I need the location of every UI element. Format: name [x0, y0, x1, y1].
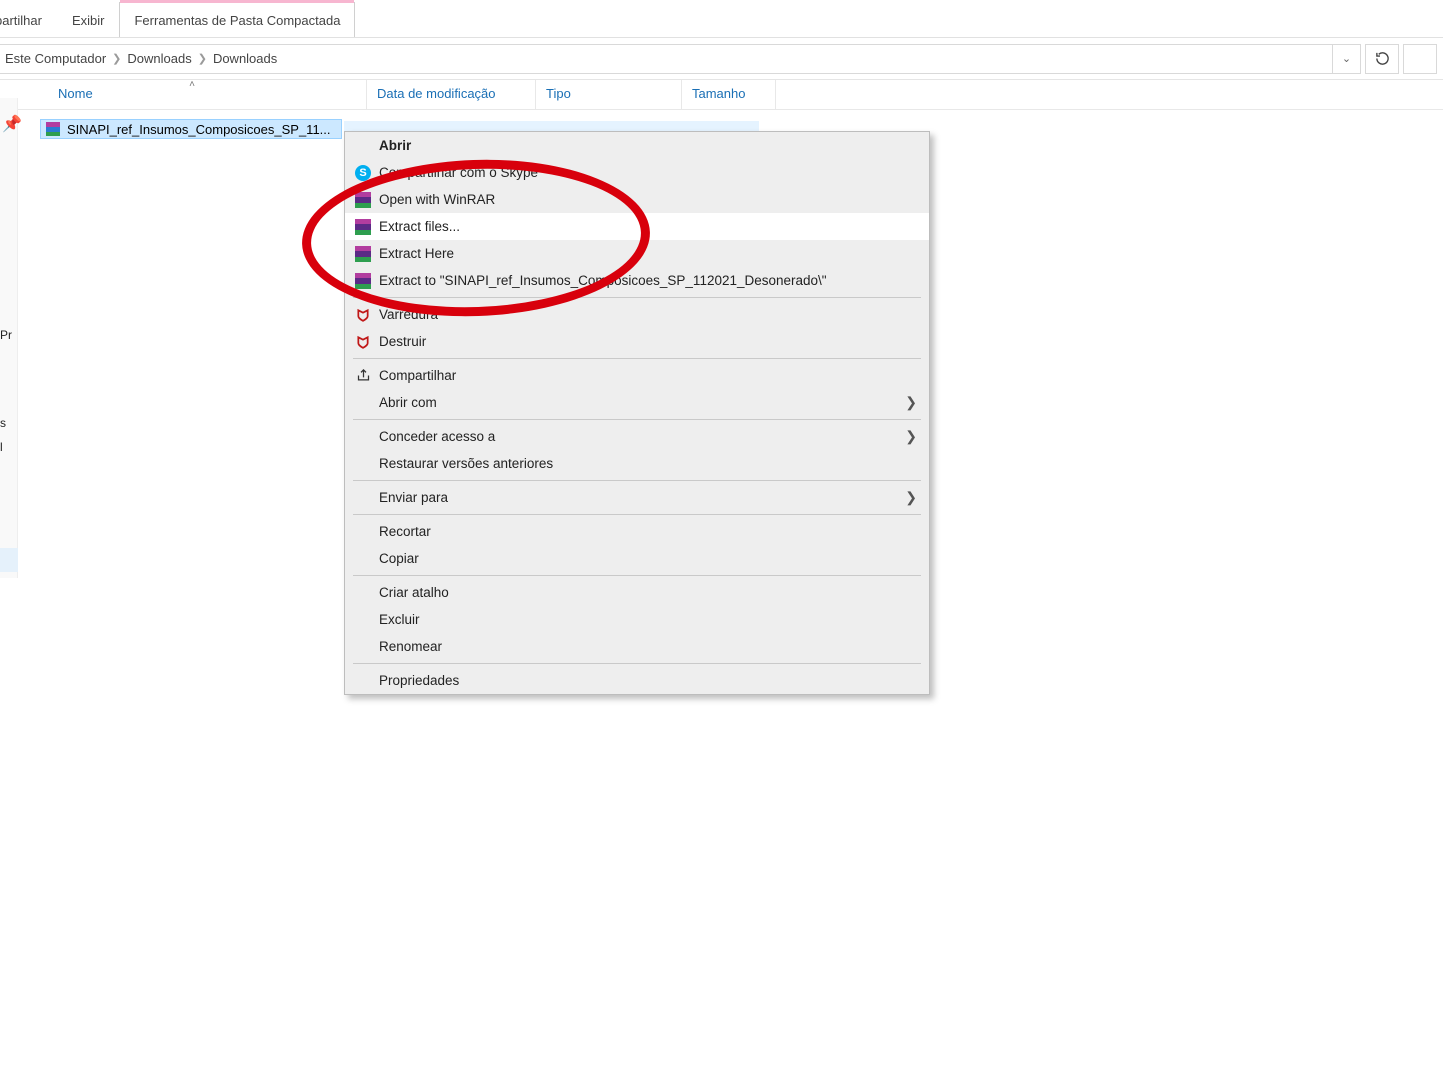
- ctx-label: Extract Here: [379, 246, 454, 261]
- ctx-separator: [353, 358, 921, 359]
- nav-selected-indicator: [0, 548, 18, 572]
- ctx-label: Abrir: [379, 138, 411, 153]
- ctx-conceder[interactable]: Conceder acesso a ❯: [345, 423, 929, 450]
- ctx-label: Abrir com: [379, 395, 437, 410]
- nav-label: l: [0, 440, 3, 454]
- pin-icon: 📌: [2, 114, 12, 124]
- ctx-extract-to[interactable]: Extract to "SINAPI_ref_Insumos_Composico…: [345, 267, 929, 294]
- winrar-icon: [355, 219, 371, 235]
- ctx-enviar[interactable]: Enviar para ❯: [345, 484, 929, 511]
- breadcrumb[interactable]: Este Computador ❯ Downloads ❯ Downloads: [0, 44, 1333, 74]
- context-menu: Abrir S Compartilhar com o Skype Open wi…: [344, 131, 930, 695]
- sort-indicator-icon: ˄: [189, 79, 195, 90]
- breadcrumb-dropdown[interactable]: ⌄: [1333, 44, 1361, 74]
- column-header-nome[interactable]: ˄ Nome: [18, 80, 367, 109]
- column-header-label: Nome: [58, 86, 93, 101]
- mcafee-icon: [355, 307, 371, 323]
- ctx-restaurar[interactable]: Restaurar versões anteriores: [345, 450, 929, 477]
- chevron-right-icon: ❯: [198, 52, 207, 65]
- ctx-abrir[interactable]: Abrir: [345, 132, 929, 159]
- ctx-excluir[interactable]: Excluir: [345, 606, 929, 633]
- rar-icon: [45, 121, 61, 137]
- chevron-down-icon: ⌄: [1342, 52, 1351, 65]
- chevron-right-icon: ❯: [112, 52, 121, 65]
- ribbon-tabs: partilhar Exibir Ferramentas de Pasta Co…: [0, 0, 1443, 38]
- search-box[interactable]: [1403, 44, 1437, 74]
- crumb-downloads2[interactable]: Downloads: [213, 51, 277, 66]
- ctx-recortar[interactable]: Recortar: [345, 518, 929, 545]
- nav-label: Pr: [0, 328, 12, 342]
- ctx-label: Recortar: [379, 524, 431, 539]
- ctx-abrir-com[interactable]: Abrir com ❯: [345, 389, 929, 416]
- address-row: Este Computador ❯ Downloads ❯ Downloads …: [0, 38, 1443, 80]
- crumb-downloads1[interactable]: Downloads: [127, 51, 191, 66]
- winrar-icon: [355, 273, 371, 289]
- ctx-separator: [353, 663, 921, 664]
- ctx-destruir[interactable]: Destruir: [345, 328, 929, 355]
- ctx-separator: [353, 480, 921, 481]
- column-headers: ˄ Nome Data de modificação Tipo Tamanho: [18, 80, 1443, 110]
- ctx-label: Restaurar versões anteriores: [379, 456, 553, 471]
- ribbon-tab-exibir[interactable]: Exibir: [57, 2, 120, 37]
- column-header-label: Data de modificação: [377, 86, 496, 101]
- ctx-atalho[interactable]: Criar atalho: [345, 579, 929, 606]
- column-header-tamanho[interactable]: Tamanho: [682, 80, 776, 109]
- ctx-renomear[interactable]: Renomear: [345, 633, 929, 660]
- ctx-separator: [353, 297, 921, 298]
- ctx-label: Propriedades: [379, 673, 459, 688]
- ctx-compartilhar[interactable]: Compartilhar: [345, 362, 929, 389]
- mcafee-icon: [355, 334, 371, 350]
- skype-icon: S: [355, 165, 371, 181]
- ctx-label: Compartilhar: [379, 368, 456, 383]
- nav-label: s: [0, 416, 6, 430]
- ctx-varredura[interactable]: Varredura: [345, 301, 929, 328]
- refresh-icon: [1375, 51, 1390, 66]
- ctx-label: Open with WinRAR: [379, 192, 495, 207]
- ctx-label: Compartilhar com o Skype: [379, 165, 538, 180]
- ctx-label: Renomear: [379, 639, 442, 654]
- ctx-separator: [353, 419, 921, 420]
- ctx-label: Extract to "SINAPI_ref_Insumos_Composico…: [379, 273, 827, 288]
- chevron-right-icon: ❯: [905, 489, 917, 506]
- ctx-skype[interactable]: S Compartilhar com o Skype: [345, 159, 929, 186]
- file-name: SINAPI_ref_Insumos_Composicoes_SP_11...: [67, 122, 331, 137]
- ctx-copiar[interactable]: Copiar: [345, 545, 929, 572]
- nav-pane[interactable]: 📌 Pr s l: [0, 98, 18, 578]
- ribbon-tab-compactada[interactable]: Ferramentas de Pasta Compactada: [119, 2, 355, 37]
- ctx-open-winrar[interactable]: Open with WinRAR: [345, 186, 929, 213]
- ctx-propriedades[interactable]: Propriedades: [345, 667, 929, 694]
- ctx-label: Extract files...: [379, 219, 460, 234]
- ctx-label: Varredura: [379, 307, 438, 322]
- column-header-label: Tipo: [546, 86, 571, 101]
- ctx-label: Enviar para: [379, 490, 448, 505]
- chevron-right-icon: ❯: [905, 428, 917, 445]
- ctx-label: Criar atalho: [379, 585, 449, 600]
- ctx-separator: [353, 575, 921, 576]
- ctx-extract-here[interactable]: Extract Here: [345, 240, 929, 267]
- ctx-extract-files[interactable]: Extract files...: [345, 213, 929, 240]
- ctx-label: Copiar: [379, 551, 419, 566]
- crumb-root[interactable]: Este Computador: [5, 51, 106, 66]
- refresh-button[interactable]: [1365, 44, 1399, 74]
- ctx-separator: [353, 514, 921, 515]
- ctx-label: Destruir: [379, 334, 426, 349]
- chevron-right-icon: ❯: [905, 394, 917, 411]
- column-header-tipo[interactable]: Tipo: [536, 80, 682, 109]
- column-header-data[interactable]: Data de modificação: [367, 80, 536, 109]
- column-header-label: Tamanho: [692, 86, 745, 101]
- winrar-icon: [355, 246, 371, 262]
- winrar-icon: [355, 192, 371, 208]
- ctx-label: Excluir: [379, 612, 420, 627]
- share-icon: [355, 368, 371, 384]
- ctx-label: Conceder acesso a: [379, 429, 495, 444]
- ribbon-tab-partilhar[interactable]: partilhar: [0, 2, 57, 37]
